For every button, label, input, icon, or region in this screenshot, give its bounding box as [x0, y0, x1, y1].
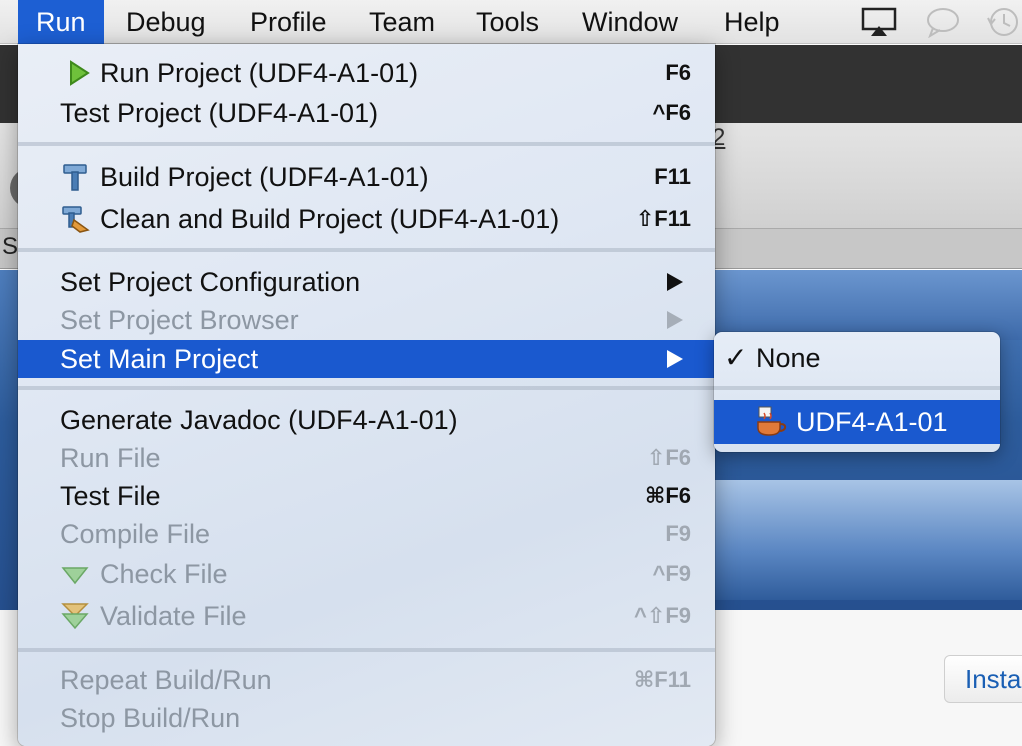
menu-help[interactable]: Help	[706, 0, 798, 44]
airplay-icon[interactable]	[860, 6, 898, 38]
menu-item-validate-file: Validate File ^⇧F9	[18, 597, 715, 635]
hammer-icon	[63, 164, 87, 191]
submenu-item-udf4-a1-01[interactable]: UDF4-A1-01	[714, 400, 1000, 444]
menu-item-build-project[interactable]: Build Project (UDF4-A1-01) F11	[18, 158, 715, 196]
menu-item-label: Set Main Project	[60, 344, 259, 374]
menu-item-shortcut: ⌘F6	[644, 483, 691, 508]
menu-team[interactable]: Team	[351, 0, 453, 44]
menu-item-shortcut: F9	[665, 521, 691, 546]
java-project-icon	[757, 406, 787, 436]
menu-bar: Run Debug Profile Team Tools Window Help	[0, 0, 1022, 44]
menu-item-label: Set Project Configuration	[60, 267, 361, 297]
menu-item-generate-javadoc[interactable]: Generate Javadoc (UDF4-A1-01)	[18, 401, 715, 439]
play-icon	[70, 60, 90, 86]
menu-item-label: Stop Build/Run	[60, 703, 241, 733]
set-main-project-submenu: ✓ None UDF4-A1-01	[714, 332, 1000, 452]
time-machine-icon[interactable]	[984, 6, 1022, 38]
submenu-arrow-icon	[667, 311, 683, 329]
menu-item-shortcut: ^F6	[652, 100, 691, 125]
menu-item-label: Test Project (UDF4-A1-01)	[60, 98, 379, 128]
menu-item-label: Clean and Build Project (UDF4-A1-01)	[100, 204, 560, 234]
menu-item-set-project-browser: Set Project Browser	[18, 301, 715, 339]
menu-separator	[18, 142, 715, 146]
menu-item-label: Generate Javadoc (UDF4-A1-01)	[60, 405, 458, 435]
speech-bubble-icon[interactable]	[924, 6, 962, 38]
validate-file-icon	[61, 603, 89, 630]
menu-item-label: Build Project (UDF4-A1-01)	[100, 162, 429, 192]
menu-item-shortcut: ⌘F11	[633, 667, 691, 692]
menu-item-label: Validate File	[100, 601, 247, 631]
menu-item-shortcut: ^⇧F9	[634, 603, 691, 628]
submenu-item-label: None	[756, 343, 821, 373]
install-button[interactable]: Insta	[944, 655, 1022, 703]
menu-item-label: Compile File	[60, 519, 211, 549]
submenu-arrow-icon	[667, 273, 683, 291]
menu-item-stop-build-run: Stop Build/Run	[18, 699, 715, 737]
menu-item-label: Run File	[60, 443, 161, 473]
menu-item-shortcut: ⇧F6	[646, 445, 691, 470]
submenu-item-none[interactable]: ✓ None	[714, 336, 1000, 380]
menu-item-compile-file: Compile File F9	[18, 515, 715, 553]
menu-item-shortcut: ^F9	[652, 561, 691, 586]
clean-build-icon	[62, 206, 90, 233]
menu-profile[interactable]: Profile	[232, 0, 345, 44]
submenu-arrow-icon	[667, 350, 683, 368]
menu-item-label: Run Project (UDF4-A1-01)	[100, 58, 419, 88]
menu-item-label: Test File	[60, 481, 161, 511]
run-menu-dropdown: Run Project (UDF4-A1-01) F6 Test Project…	[18, 44, 715, 746]
menu-item-set-project-configuration[interactable]: Set Project Configuration	[18, 263, 715, 301]
menu-separator	[18, 248, 715, 252]
submenu-item-label: UDF4-A1-01	[796, 407, 948, 437]
menu-item-test-file[interactable]: Test File ⌘F6	[18, 477, 715, 515]
menu-item-shortcut: ⇧F11	[635, 206, 691, 231]
menu-item-shortcut: F11	[654, 164, 691, 189]
menu-item-label: Set Project Browser	[60, 305, 299, 335]
menu-item-run-project[interactable]: Run Project (UDF4-A1-01) F6	[18, 54, 715, 92]
menu-item-run-file: Run File ⇧F6	[18, 439, 715, 477]
menu-item-shortcut: F6	[665, 60, 691, 85]
menu-item-clean-build-project[interactable]: Clean and Build Project (UDF4-A1-01) ⇧F1…	[18, 200, 715, 238]
menu-item-test-project[interactable]: Test Project (UDF4-A1-01) ^F6	[18, 94, 715, 132]
menu-item-check-file: Check File ^F9	[18, 555, 715, 593]
menu-item-repeat-build-run: Repeat Build/Run ⌘F11	[18, 661, 715, 699]
menu-tools[interactable]: Tools	[458, 0, 557, 44]
menu-item-label: Check File	[100, 559, 228, 589]
menu-separator	[18, 648, 715, 652]
menu-item-label: Repeat Build/Run	[60, 665, 272, 695]
menu-debug[interactable]: Debug	[108, 0, 224, 44]
menu-separator	[714, 386, 1000, 390]
menu-run[interactable]: Run	[18, 0, 104, 44]
menu-separator	[18, 386, 715, 390]
menu-window[interactable]: Window	[564, 0, 696, 44]
checkmark-icon: ✓	[724, 342, 748, 373]
menu-item-set-main-project[interactable]: Set Main Project	[18, 340, 715, 378]
check-file-icon	[61, 567, 89, 585]
